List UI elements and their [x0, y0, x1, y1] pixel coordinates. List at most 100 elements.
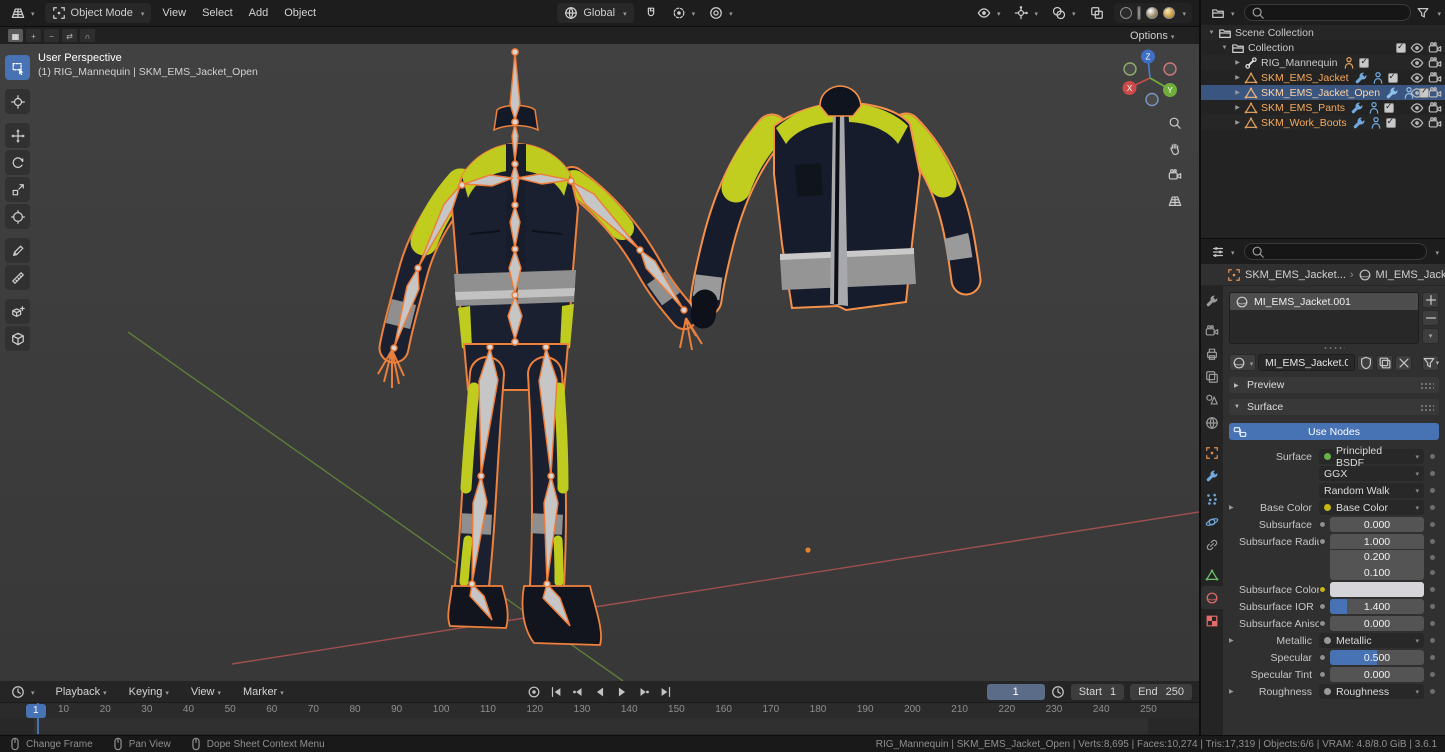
outliner-row-skm-ems-pants[interactable]: ▶ SKM_EMS_Pants: [1201, 100, 1445, 115]
exclude-checkbox[interactable]: [1396, 43, 1406, 53]
jump-to-start-button[interactable]: [547, 684, 565, 700]
select-box-tool[interactable]: [5, 55, 30, 80]
animate-decorator[interactable]: [1424, 539, 1437, 544]
outliner-row-skm-ems-jacket-open[interactable]: ▶ SKM_EMS_Jacket_Open: [1201, 85, 1445, 100]
filter-button[interactable]: [1422, 355, 1439, 371]
disclosure-icon[interactable]: ▶: [1232, 59, 1243, 66]
preview-panel-header[interactable]: ▶Preview: [1229, 377, 1439, 393]
tab-view-layer[interactable]: [1201, 365, 1223, 388]
viewport-canvas[interactable]: [0, 44, 1199, 681]
snap-toggle[interactable]: [640, 4, 662, 22]
surface-shader-dropdown[interactable]: Principled BSDF: [1319, 449, 1424, 464]
viewport-3d[interactable]: User Perspective (1) RIG_Mannequin | SKM…: [0, 44, 1199, 681]
menu-view[interactable]: View: [157, 5, 191, 21]
roughness-input[interactable]: Roughness: [1319, 684, 1424, 699]
render-visibility-icon[interactable]: [1428, 71, 1442, 85]
zoom-control[interactable]: [1164, 114, 1186, 132]
animate-decorator[interactable]: [1424, 621, 1437, 626]
eye-icon[interactable]: [1410, 71, 1424, 85]
material-name-field[interactable]: [1258, 354, 1355, 371]
jump-to-end-button[interactable]: [657, 684, 675, 700]
tab-physics[interactable]: [1201, 510, 1223, 533]
subsurface-color-swatch[interactable]: [1330, 582, 1424, 597]
subsurface-method-dropdown[interactable]: Random Walk: [1319, 483, 1424, 498]
menu-add[interactable]: Add: [244, 5, 274, 21]
tab-scene[interactable]: [1201, 388, 1223, 411]
disclosure-icon[interactable]: ▼: [1206, 30, 1217, 36]
animate-decorator[interactable]: [1424, 604, 1437, 609]
menu-marker[interactable]: Marker: [238, 684, 289, 700]
disclosure-icon[interactable]: ▶: [1232, 119, 1243, 126]
outliner-search-input[interactable]: [1269, 7, 1404, 19]
list-resize-grip[interactable]: [1229, 344, 1439, 351]
material-slot-list[interactable]: MI_EMS_Jacket.001: [1229, 292, 1419, 344]
render-visibility-icon[interactable]: [1428, 56, 1442, 70]
select-mode-extend[interactable]: [26, 29, 41, 42]
tab-object-data[interactable]: [1201, 563, 1223, 586]
auto-keyframe-toggle[interactable]: [525, 684, 543, 700]
outliner-row-skm-work-boots[interactable]: ▶ SKM_Work_Boots: [1201, 115, 1445, 130]
eye-icon[interactable]: [1410, 116, 1424, 130]
frame-end-field[interactable]: End 250: [1130, 684, 1192, 700]
timeline-ruler[interactable]: 1020304050607080901001101201301401501601…: [0, 703, 1199, 734]
outliner-row-scene-collection[interactable]: ▼ Scene Collection: [1201, 25, 1445, 40]
pan-control[interactable]: [1164, 140, 1186, 158]
transform-tool[interactable]: [5, 204, 30, 229]
selectability-checkbox[interactable]: [1359, 58, 1369, 68]
render-visibility-icon[interactable]: [1428, 116, 1442, 130]
interactive-add-tool[interactable]: [5, 326, 30, 351]
snapping-dropdown[interactable]: [668, 4, 700, 22]
tab-material[interactable]: [1201, 586, 1223, 609]
breadcrumb-object[interactable]: SKM_EMS_Jacket...: [1245, 269, 1346, 281]
select-mode-subtract[interactable]: [44, 29, 59, 42]
shading-rendered-button[interactable]: [1163, 7, 1175, 19]
properties-search-input[interactable]: [1269, 246, 1421, 258]
selectability-checkbox[interactable]: [1388, 73, 1398, 83]
tab-world[interactable]: [1201, 411, 1223, 434]
annotate-tool[interactable]: [5, 238, 30, 263]
specular-tint-slider[interactable]: 0.000: [1330, 667, 1424, 682]
subsurface-radius-x[interactable]: 1.000: [1330, 534, 1424, 549]
outliner-editor-type-button[interactable]: [1207, 4, 1239, 22]
cursor-tool[interactable]: [5, 89, 30, 114]
unlink-material-button[interactable]: [1395, 355, 1412, 371]
camera-view-control[interactable]: [1164, 166, 1186, 184]
render-visibility-icon[interactable]: [1428, 41, 1442, 55]
surface-panel-header[interactable]: ▼Surface: [1229, 399, 1439, 415]
metallic-input[interactable]: Metallic: [1319, 633, 1424, 648]
gizmos-dropdown[interactable]: [1010, 4, 1042, 22]
play-reverse-button[interactable]: [591, 684, 609, 700]
subsurface-anisotropy-slider[interactable]: 0.000: [1330, 616, 1424, 631]
measure-tool[interactable]: [5, 265, 30, 290]
selectability-checkbox[interactable]: [1384, 103, 1394, 113]
eye-icon[interactable]: [1410, 56, 1424, 70]
material-specials-menu[interactable]: [1422, 328, 1439, 344]
tab-object[interactable]: [1201, 441, 1223, 464]
distribution-dropdown[interactable]: GGX: [1319, 466, 1424, 481]
subsurface-radius-z[interactable]: 0.100: [1330, 565, 1424, 580]
menu-view[interactable]: View: [186, 684, 226, 700]
disclosure-icon[interactable]: ▶: [1232, 74, 1243, 81]
browse-material-button[interactable]: [1229, 354, 1256, 371]
animate-decorator[interactable]: [1424, 638, 1437, 643]
preview-range-icon[interactable]: [1051, 685, 1065, 699]
previous-keyframe-button[interactable]: [569, 684, 587, 700]
eye-icon[interactable]: [1410, 86, 1424, 100]
selectability-checkbox[interactable]: [1386, 118, 1396, 128]
tab-tool[interactable]: [1201, 289, 1223, 312]
scale-tool[interactable]: [5, 177, 30, 202]
menu-object[interactable]: Object: [279, 5, 321, 21]
remove-material-slot-button[interactable]: [1422, 310, 1439, 326]
expand-icon[interactable]: [1229, 688, 1239, 695]
xray-toggle[interactable]: [1086, 4, 1108, 22]
animate-decorator[interactable]: [1424, 522, 1437, 527]
render-visibility-icon[interactable]: [1428, 101, 1442, 115]
tab-modifiers[interactable]: [1201, 464, 1223, 487]
transform-orientation-dropdown[interactable]: Global: [557, 3, 633, 23]
menu-select[interactable]: Select: [197, 5, 238, 21]
playhead-frame-badge[interactable]: 1: [26, 704, 46, 718]
animate-decorator[interactable]: [1424, 655, 1437, 660]
overlays-dropdown[interactable]: [1048, 4, 1080, 22]
options-dropdown[interactable]: Options: [1130, 27, 1174, 44]
menu-playback[interactable]: Playback: [51, 684, 112, 700]
